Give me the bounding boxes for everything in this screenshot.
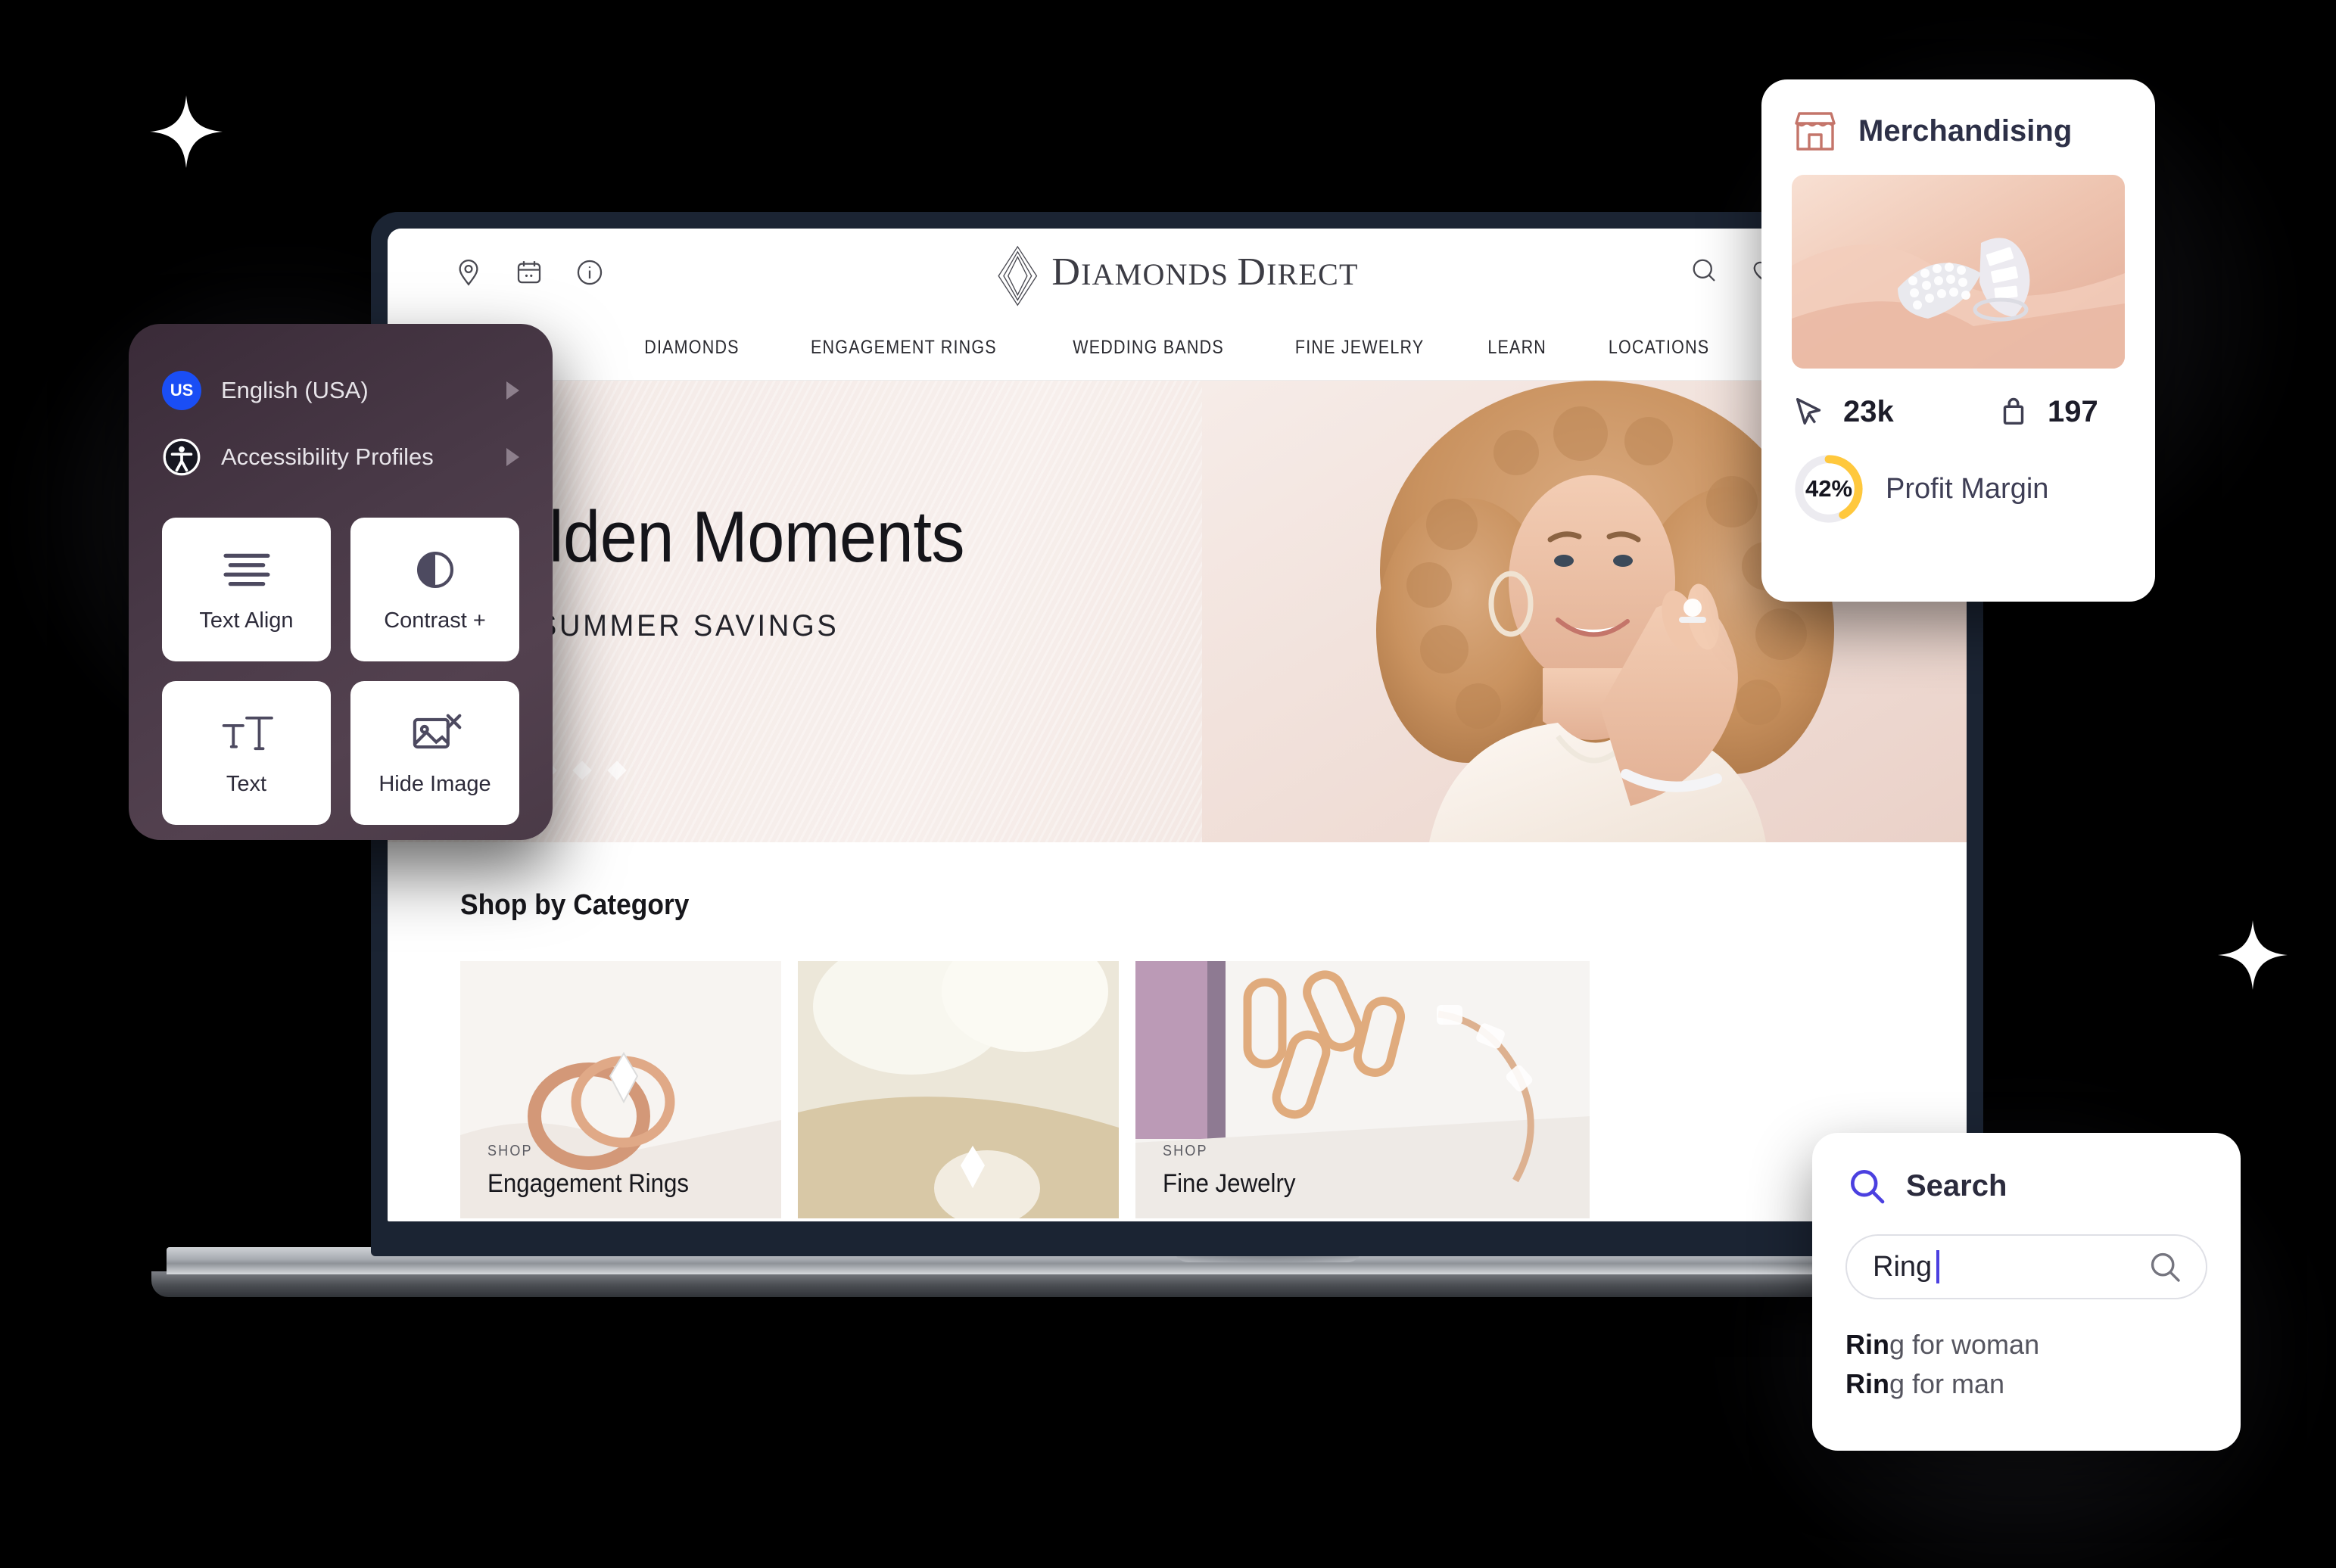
category-kicker: SHOP: [1163, 1143, 1208, 1159]
search-card-header: Search: [1845, 1165, 2207, 1207]
accessibility-panel: US English (USA) Accessibility Profiles: [129, 324, 553, 840]
merchandising-header: Merchandising: [1792, 110, 2125, 152]
search-icon[interactable]: [2147, 1249, 2183, 1285]
merchandising-card: Merchandising 23k 197 42% Profit Margin: [1761, 79, 2155, 602]
search-suggestion-item[interactable]: Ring for woman: [1845, 1325, 2207, 1364]
language-row[interactable]: US English (USA): [162, 363, 519, 418]
header-utility-left: [453, 257, 606, 288]
hide-image-icon: [406, 710, 464, 757]
diamond-logo-icon: [995, 245, 1039, 306]
merchandising-product-image: [1792, 175, 2125, 369]
search-card-title: Search: [1906, 1168, 2007, 1202]
search-card: Search Ring Ring for woman Ring for man: [1812, 1133, 2241, 1451]
category-title: Engagement Rings: [487, 1169, 690, 1198]
contrast-icon: [406, 546, 464, 593]
accessibility-profiles-label: Accessibility Profiles: [221, 443, 434, 470]
storefront-icon: [1792, 110, 1839, 152]
carousel-dot[interactable]: [607, 761, 627, 780]
search-suggestion-item[interactable]: Ring for man: [1845, 1364, 2207, 1404]
language-flag-badge: US: [162, 371, 201, 410]
tile-label: Text: [226, 771, 267, 796]
screenshot-stage: DIAMONDS DIRECT DIAMONDS ENGAGEMENT RING…: [0, 0, 2336, 1568]
site-navigation: DIAMONDS ENGAGEMENT RINGS WEDDING BANDS …: [388, 316, 1967, 381]
tile-contrast[interactable]: Contrast +: [350, 518, 519, 661]
merchandising-title: Merchandising: [1858, 114, 2073, 148]
sparkle-icon: [2218, 920, 2288, 990]
calendar-icon[interactable]: [513, 257, 545, 288]
profit-margin-donut: 42%: [1792, 452, 1866, 526]
tile-label: Contrast +: [384, 608, 486, 633]
merchandising-stats: 23k 197: [1792, 394, 2125, 429]
category-kicker: SHOP: [487, 1143, 533, 1159]
search-suggestions: Ring for woman Ring for man: [1845, 1325, 2207, 1404]
nav-item-engagement-rings[interactable]: ENGAGEMENT RINGS: [811, 337, 997, 359]
stat-value: 197: [2048, 394, 2098, 428]
stat-orders: 197: [1996, 394, 2098, 429]
site-logo[interactable]: DIAMONDS DIRECT: [995, 245, 1359, 306]
profit-margin-label: Profit Margin: [1886, 472, 2049, 505]
nav-item-diamonds[interactable]: DIAMONDS: [644, 337, 740, 359]
brand-wordmark: DIAMONDS DIRECT: [1051, 250, 1359, 294]
chevron-right-icon: [506, 381, 519, 400]
cursor-click-icon: [1792, 394, 1827, 429]
sparkle-icon: [150, 95, 223, 168]
tile-hide-image[interactable]: Hide Image: [350, 681, 519, 825]
tile-text-align[interactable]: Text Align: [162, 518, 331, 661]
section-heading: Shop by Category: [460, 889, 690, 921]
stat-value: 23k: [1843, 394, 1894, 428]
category-title: Fine Jewelry: [1163, 1169, 1296, 1198]
nav-item-locations[interactable]: LOCATIONS: [1609, 337, 1709, 359]
category-card-engagement-rings[interactable]: SHOP Engagement Rings: [460, 961, 781, 1218]
hero-banner: Golden Moments 20% SUMMER SAVINGS: [388, 381, 1967, 842]
profit-margin-value: 42%: [1805, 475, 1853, 502]
stat-clicks: 23k: [1792, 394, 1996, 429]
category-card-label: SHOP Engagement Rings: [487, 1143, 706, 1199]
text-caret: [1936, 1250, 1940, 1283]
chevron-right-icon: [506, 448, 519, 466]
browser-viewport: DIAMONDS DIRECT DIAMONDS ENGAGEMENT RING…: [388, 229, 1967, 1221]
tile-label: Hide Image: [378, 771, 491, 796]
accessibility-profiles-row[interactable]: Accessibility Profiles: [162, 430, 519, 484]
carousel-dot[interactable]: [572, 761, 592, 780]
site-header: DIAMONDS DIRECT: [388, 229, 1967, 316]
text-size-icon: [218, 710, 276, 757]
search-input-value: Ring: [1873, 1250, 1933, 1283]
category-card-list: SHOP Engagement Rings SHOP Fine Jewelry: [460, 961, 1967, 1218]
tile-label: Text Align: [199, 608, 294, 633]
nav-item-learn[interactable]: LEARN: [1488, 337, 1547, 359]
tile-text-size[interactable]: Text: [162, 681, 331, 825]
search-input[interactable]: Ring: [1845, 1234, 2207, 1299]
text-align-icon: [218, 546, 276, 593]
location-pin-icon[interactable]: [453, 257, 484, 288]
category-card-middle[interactable]: [798, 961, 1119, 1218]
category-card-label: SHOP Fine Jewelry: [1163, 1143, 1307, 1199]
shopping-bag-icon: [1996, 394, 2031, 429]
laptop-lid: DIAMONDS DIRECT DIAMONDS ENGAGEMENT RING…: [371, 212, 1983, 1256]
accessibility-person-icon: [162, 437, 201, 477]
language-label: English (USA): [221, 377, 369, 403]
search-icon: [1845, 1165, 1888, 1207]
nav-item-wedding-bands[interactable]: WEDDING BANDS: [1073, 337, 1224, 359]
category-card-fine-jewelry[interactable]: SHOP Fine Jewelry: [1135, 961, 1590, 1218]
nav-item-fine-jewelry[interactable]: FINE JEWELRY: [1295, 337, 1425, 359]
profit-margin-block: 42% Profit Margin: [1792, 452, 2125, 526]
accessibility-tile-grid: Text Align Contrast + Text Hide Image: [162, 518, 519, 825]
laptop-mockup: DIAMONDS DIRECT DIAMONDS ENGAGEMENT RING…: [151, 212, 2203, 1297]
shop-by-category-section: Shop by Category SHOP Engagement Rings S…: [388, 842, 1967, 1218]
info-icon[interactable]: [574, 257, 606, 288]
search-icon[interactable]: [1688, 254, 1720, 286]
